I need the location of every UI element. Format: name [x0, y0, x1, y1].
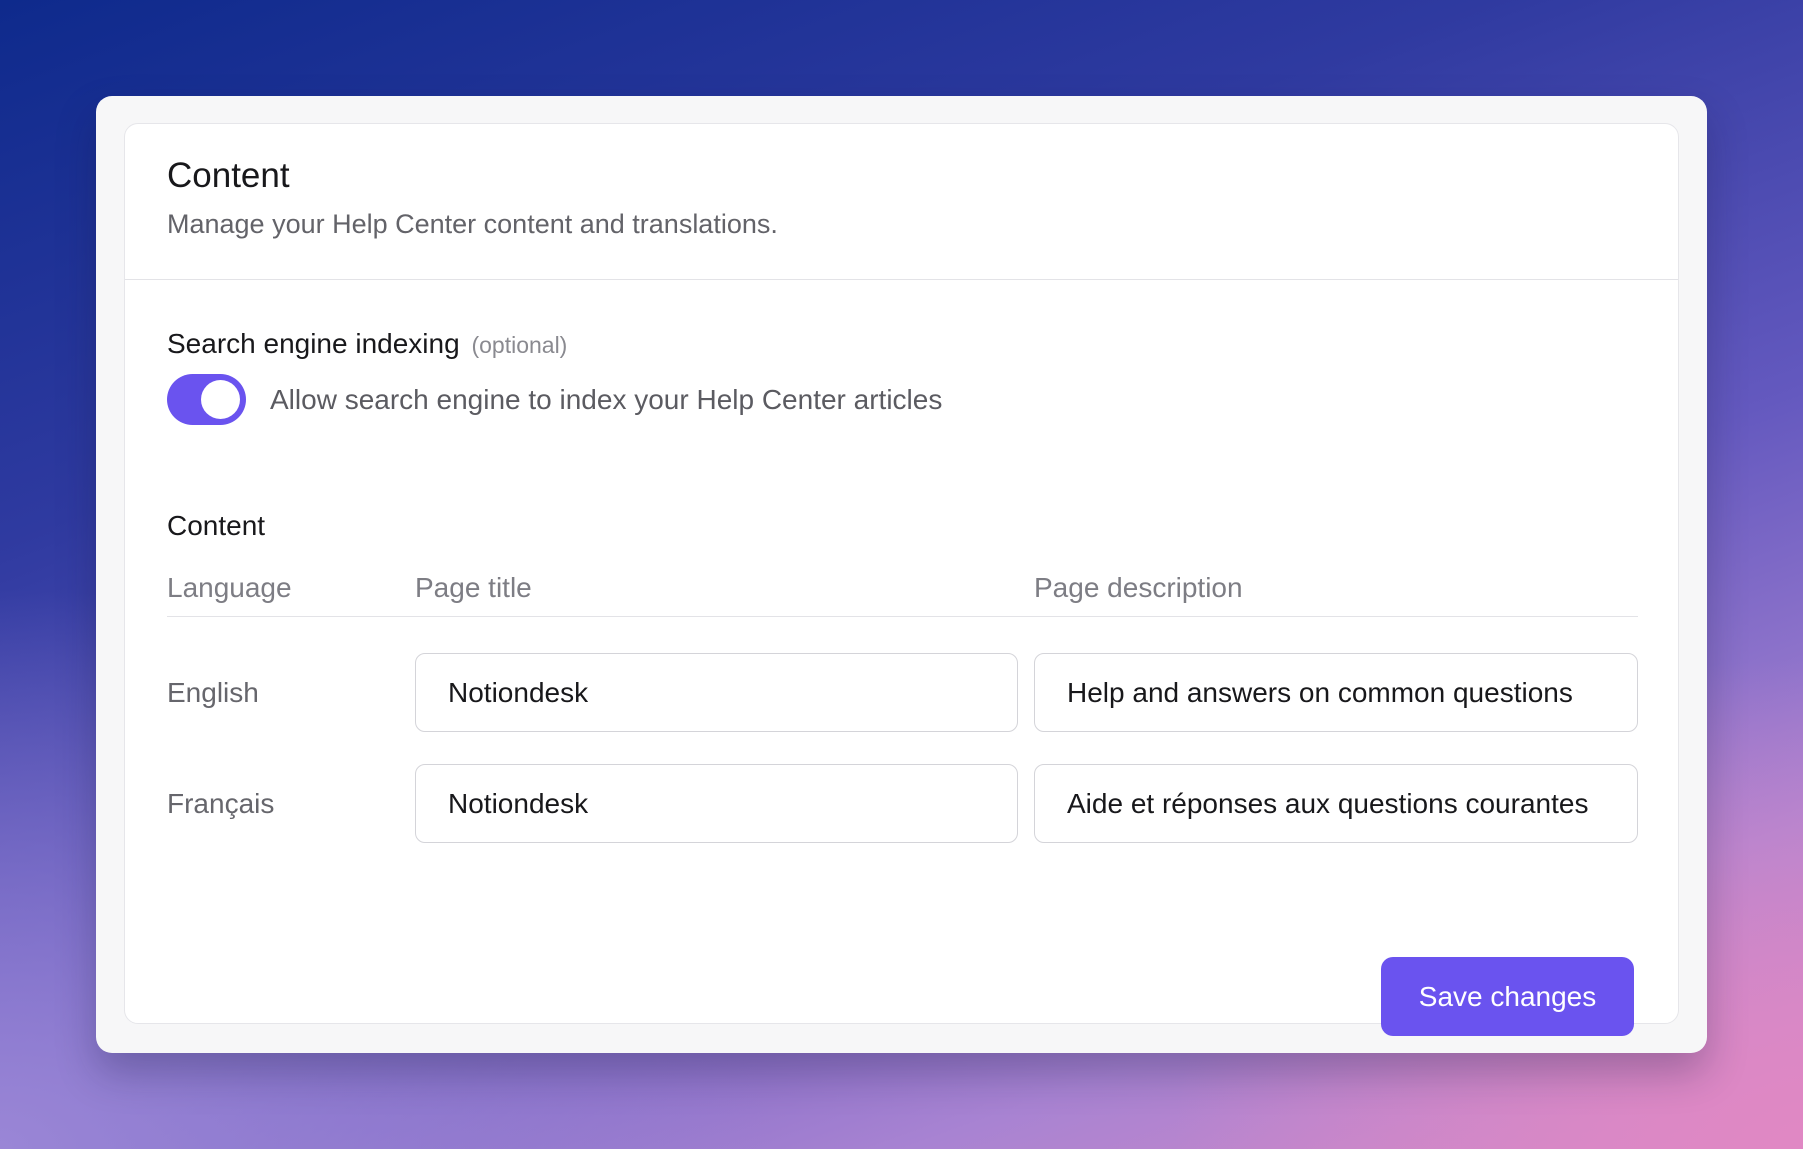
table-row: English: [167, 653, 1638, 732]
page-title: Content: [167, 156, 290, 195]
toggle-knob: [201, 380, 240, 419]
content-settings-card: Content Manage your Help Center content …: [124, 123, 1679, 1036]
page-subtitle: Manage your Help Center content and tran…: [167, 209, 778, 239]
content-table-header: Language Page title Page description: [167, 570, 1638, 617]
indexing-toggle-label: Allow search engine to index your Help C…: [270, 383, 943, 415]
column-header-language: Language: [167, 572, 292, 603]
indexing-section-label: Search engine indexing (optional): [167, 326, 567, 363]
card-header: Content Manage your Help Center content …: [125, 124, 1678, 280]
row-language: Français: [167, 788, 275, 819]
settings-panel: Content Manage your Help Center content …: [96, 96, 1707, 1053]
page-description-input[interactable]: [1034, 764, 1638, 843]
indexing-toggle-row: Allow search engine to index your Help C…: [167, 374, 942, 425]
save-button[interactable]: Save changes: [1381, 957, 1634, 1036]
page-description-input[interactable]: [1034, 653, 1638, 732]
page-title-input[interactable]: [415, 764, 1018, 843]
column-header-page-title: Page title: [415, 572, 532, 603]
content-section-label: Content: [167, 510, 266, 541]
table-row: Français: [167, 764, 1638, 843]
row-language: English: [167, 677, 259, 708]
column-header-page-description: Page description: [1034, 572, 1243, 603]
indexing-label: Search engine indexing: [167, 328, 460, 359]
indexing-toggle[interactable]: [167, 374, 246, 425]
page-title-input[interactable]: [415, 653, 1018, 732]
optional-hint: (optional): [471, 332, 568, 358]
